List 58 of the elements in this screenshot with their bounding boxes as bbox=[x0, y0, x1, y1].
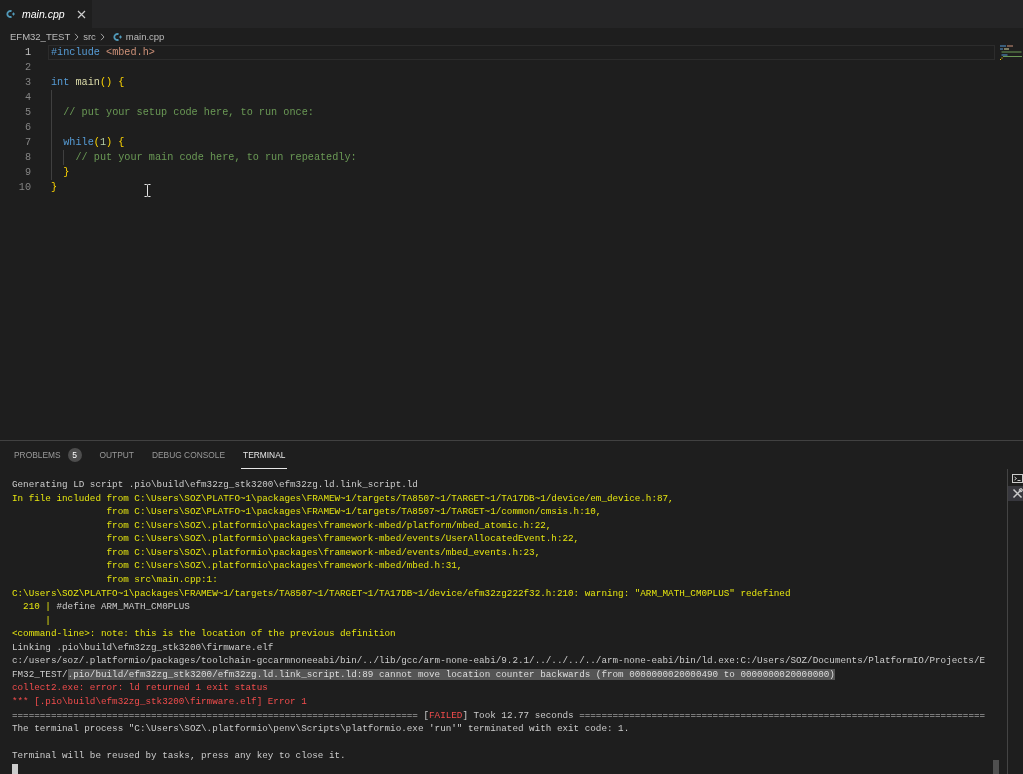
code-line: // put your setup code here, to run once: bbox=[62, 107, 314, 118]
count-badge: 5 bbox=[67, 448, 82, 462]
code-line: #include <mbed.h> bbox=[51, 47, 155, 58]
terminal-line: C:\Users\SOZ\PLATFO~1\packages\FRAMEW~1/targets/TA8507~1/TARGET~1/TA17DB~1/device/efm32zg222f32.h:210: warning: "ARM_MATH_CM0PLUS" redefined bbox=[12, 586, 791, 601]
line-number: 1 bbox=[23, 46, 31, 60]
line-number: 7 bbox=[23, 136, 31, 150]
scrollbar-thumb[interactable] bbox=[993, 760, 999, 774]
panel-tab[interactable]: PROBLEMS 5 bbox=[12, 441, 84, 469]
terminal-line: Generating LD script .pio\build\efm32zg_stk3200\efm32zg.ld.link_script.ld bbox=[12, 478, 418, 492]
chevron-right-icon bbox=[99, 32, 105, 41]
code-line: } bbox=[62, 167, 70, 178]
terminal-line: The terminal process "C:\Users\SOZ\.platformio\penv\Scripts\platformio.exe 'run'" terminated with exit code: 1. bbox=[12, 722, 630, 736]
line-number: 5 bbox=[23, 106, 31, 120]
panel-tab[interactable]: OUTPUT bbox=[97, 441, 136, 469]
close-icon[interactable] bbox=[76, 9, 86, 19]
line-number: 2 bbox=[23, 61, 31, 75]
terminal-line: from src\main.cpp:1: bbox=[105, 572, 218, 587]
tools-icon bbox=[1012, 488, 1023, 499]
terminal-line: from C:\Users\SOZ\PLATFO~1\packages\FRAMEW~1/targets/TA8507~1/TARGET~1/common/cmsis.h:10, bbox=[105, 505, 602, 519]
terminal-line: *** [.pio\build\efm32zg_stk3200\firmware.elf] Error 1 bbox=[12, 695, 307, 709]
terminal-list-item[interactable] bbox=[1008, 486, 1023, 501]
terminal-line: from C:\Users\SOZ\.platformio\packages\framework-mbed/events/mbed_events.h:23, bbox=[105, 545, 541, 560]
terminal-cursor bbox=[12, 763, 18, 774]
line-number: 6 bbox=[23, 121, 31, 135]
breadcrumb-item[interactable]: src bbox=[83, 31, 96, 42]
terminal-line: In file included from C:\Users\SOZ\PLATFO~1\packages\FRAMEW~1/targets/TA8507~1/TARGET~1/TA17DB~1/device/em_device.h:87, bbox=[12, 491, 674, 506]
terminal-line: from C:\Users\SOZ\.platformio\packages\framework-mbed/mbed.h:31, bbox=[105, 559, 463, 573]
terminal-line: from C:\Users\SOZ\.platformio\packages\framework-mbed/events/UserAllocatedEvent.h:22, bbox=[105, 532, 580, 546]
line-number: 8 bbox=[23, 151, 31, 165]
terminal-line: | bbox=[44, 613, 51, 628]
terminal-line: 210 | #define ARM_MATH_CM0PLUS bbox=[22, 600, 190, 614]
panel-tab[interactable]: DEBUG CONSOLE bbox=[150, 441, 228, 469]
terminal-line: FM32_TEST/.pio/build/efm32zg_stk3200/efm32zg.ld.link_script.ld:89 cannot move location counter backwards (from 0000000020000490 to 0000000020000000) bbox=[12, 667, 835, 682]
breadcrumb-item[interactable]: EFM32_TEST bbox=[10, 31, 71, 42]
line-number: 10 bbox=[17, 181, 31, 195]
code-line: int main() { bbox=[51, 77, 125, 88]
code-line: while(1) { bbox=[62, 137, 125, 148]
terminal-line: Linking .pio\build\efm32zg_stk3200\firmware.elf bbox=[12, 640, 274, 655]
editor-tab[interactable]: main.cpp bbox=[0, 0, 92, 28]
terminal-icon bbox=[1012, 473, 1023, 484]
line-number: 3 bbox=[23, 76, 31, 90]
terminal-line: collect2.exe: error: ld returned 1 exit status bbox=[12, 681, 268, 695]
line-number: 9 bbox=[23, 166, 31, 180]
terminal-line: ========================================================================= [FAILED] Took 12.77 seconds ========================================================================= bbox=[12, 708, 986, 723]
text-cursor-icon bbox=[144, 184, 151, 197]
chevron-right-icon bbox=[74, 32, 80, 41]
code-line: } bbox=[51, 182, 58, 193]
minimap-drawing bbox=[1000, 45, 1022, 61]
panel-tab[interactable]: TERMINAL bbox=[241, 441, 288, 469]
terminal-line: Terminal will be reused by tasks, press any key to close it. bbox=[12, 749, 346, 763]
terminal-line: from C:\Users\SOZ\.platformio\packages\framework-mbed/platform/mbed_atomic.h:22, bbox=[105, 518, 552, 533]
terminal-line: c:/users/soz/.platformio/packages/toolchain-gccarmnoneeabi/bin/../lib/gcc/arm-none-eabi/9.2.1/../../../../arm-none-eabi/bin/ld.exe:C:/Users/SOZ/Documents/PlatformIO/Projects/E bbox=[12, 654, 986, 668]
cpp-file-icon bbox=[112, 31, 122, 42]
code-line: // put your main code here, to run repeatedly: bbox=[74, 152, 357, 163]
cpp-file-icon bbox=[6, 9, 15, 19]
line-number: 4 bbox=[23, 91, 31, 105]
breadcrumb-item[interactable]: main.cpp bbox=[125, 31, 165, 42]
terminal-line: <command-line>: note: this is the location of the previous definition bbox=[12, 627, 396, 641]
